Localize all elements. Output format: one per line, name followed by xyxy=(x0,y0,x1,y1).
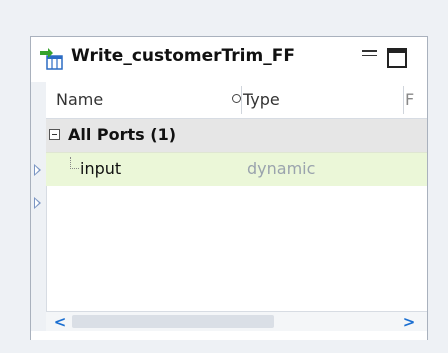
sort-indicator-icon xyxy=(232,94,241,103)
port-type: dynamic xyxy=(247,159,316,178)
row-gutter xyxy=(31,82,47,340)
port-group-row[interactable]: All Ports (1) xyxy=(46,119,427,152)
write-target-icon xyxy=(40,48,63,70)
column-header-name[interactable]: Name xyxy=(56,90,103,109)
tree-connector xyxy=(70,157,79,169)
grid-header: Name Type F xyxy=(46,82,427,119)
column-header-truncated[interactable]: F xyxy=(405,90,414,109)
panel-titlebar[interactable]: Write_customerTrim_FF xyxy=(31,37,427,82)
scroll-right-icon[interactable]: > xyxy=(401,314,417,330)
ports-grid: Name Type F All Ports (1) input dynamic xyxy=(46,82,427,310)
row-arrow-icon[interactable] xyxy=(34,197,41,209)
column-divider[interactable] xyxy=(403,86,404,114)
port-name: input xyxy=(80,159,122,178)
row-arrow-icon[interactable] xyxy=(34,164,41,176)
port-group-label: All Ports (1) xyxy=(68,125,177,144)
column-divider[interactable] xyxy=(241,86,242,114)
maximize-button[interactable] xyxy=(387,48,407,68)
panel-title: Write_customerTrim_FF xyxy=(71,46,295,66)
column-header-type[interactable]: Type xyxy=(243,90,280,109)
horizontal-scrollbar[interactable]: < > xyxy=(46,311,427,332)
collapse-icon[interactable] xyxy=(49,129,60,140)
minimize-button[interactable] xyxy=(362,47,378,63)
port-row[interactable]: input dynamic xyxy=(46,152,427,186)
transformation-panel[interactable]: Write_customerTrim_FF Name Type F All Po… xyxy=(30,36,428,340)
scroll-left-icon[interactable]: < xyxy=(52,314,68,330)
scroll-thumb[interactable] xyxy=(72,315,274,328)
panel-footer xyxy=(31,331,427,340)
